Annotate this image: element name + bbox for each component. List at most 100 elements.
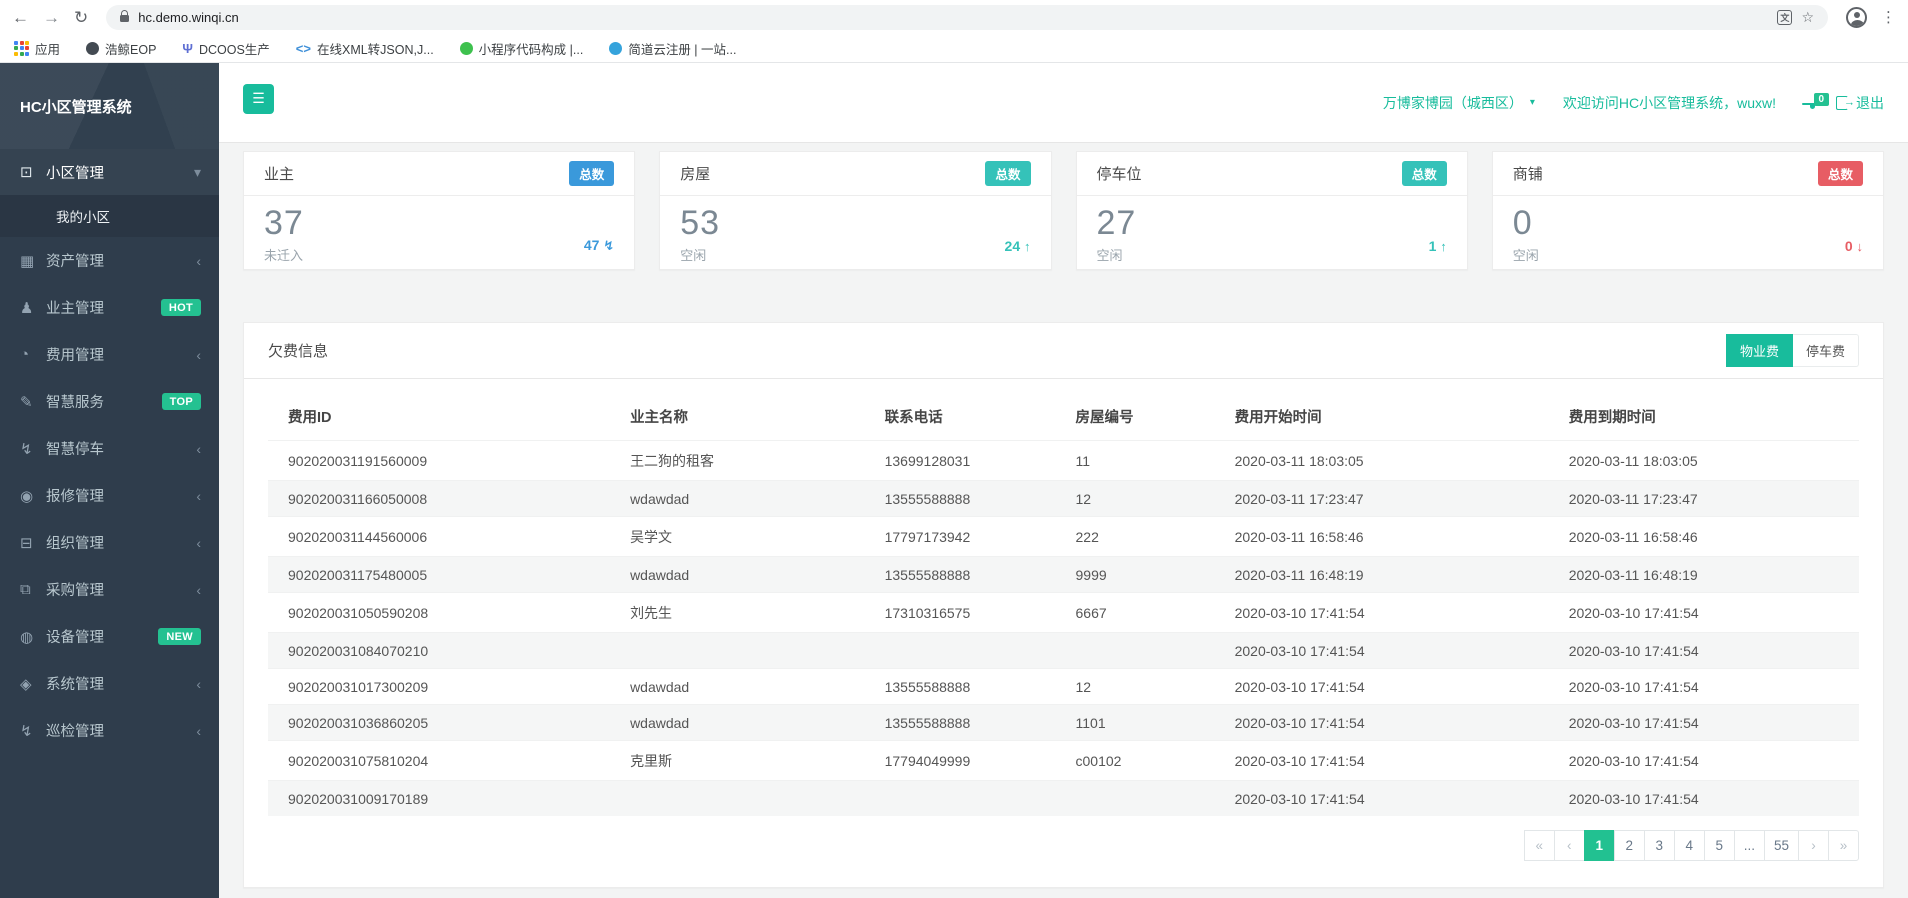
- cell-owner-name: wdawdad: [610, 669, 865, 705]
- sidebar-toggle-button[interactable]: ☰: [243, 84, 274, 114]
- app-title: HC小区管理系统: [0, 63, 219, 149]
- chevron-icon: ‹: [196, 441, 201, 457]
- cell-end-time: 2020-03-10 17:41:54: [1549, 741, 1859, 781]
- favicon: [460, 42, 473, 55]
- cell-start-time: 2020-03-10 17:41:54: [1215, 741, 1549, 781]
- trend-icon: ↯: [603, 238, 614, 253]
- cell-house-number: [1056, 633, 1215, 669]
- page-button[interactable]: 3: [1644, 830, 1675, 861]
- sidebar-item-icon: ▦: [20, 252, 46, 270]
- bookmark-label: 应用: [35, 39, 60, 58]
- back-icon[interactable]: ←: [12, 9, 29, 26]
- forward-icon[interactable]: →: [43, 9, 60, 26]
- sidebar-item[interactable]: ↯ 巡检管理 ‹: [0, 707, 219, 754]
- page-button[interactable]: ›: [1798, 830, 1829, 861]
- page-button[interactable]: ...: [1734, 830, 1765, 861]
- sidebar-item[interactable]: ▦ 资产管理 ‹: [0, 237, 219, 284]
- cell-phone: 13555588888: [865, 669, 1056, 705]
- favicon: [86, 42, 99, 55]
- sidebar-item[interactable]: ⧉ 采购管理 ‹: [0, 566, 219, 613]
- table-row: 902020031166050008 wdawdad 13555588888 1…: [268, 481, 1859, 517]
- sidebar-item[interactable]: ♟ 业主管理 HOT: [0, 284, 219, 331]
- sidebar-item[interactable]: 我的小区: [0, 195, 219, 237]
- fee-tab[interactable]: 物业费: [1726, 334, 1793, 367]
- page-button[interactable]: »: [1828, 830, 1859, 861]
- favicon: [609, 42, 622, 55]
- lock-icon: [120, 15, 129, 22]
- page-button[interactable]: 1: [1584, 830, 1615, 861]
- stat-sublabel: 空闲: [1097, 245, 1447, 264]
- sidebar-item-label: 报修管理: [46, 485, 196, 506]
- cell-end-time: 2020-03-10 17:41:54: [1549, 705, 1859, 741]
- logout-icon: [1836, 96, 1848, 110]
- bookmark-star-icon[interactable]: ☆: [1801, 9, 1814, 26]
- page-button[interactable]: 4: [1674, 830, 1705, 861]
- cell-end-time: 2020-03-11 16:58:46: [1549, 517, 1859, 557]
- cell-house-number: 6667: [1056, 593, 1215, 633]
- cell-end-time: 2020-03-10 17:41:54: [1549, 781, 1859, 817]
- bookmark-item[interactable]: Ψ DCOOS生产: [182, 39, 269, 58]
- table-row: 902020031075810204 克里斯 17794049999 c0010…: [268, 741, 1859, 781]
- bookmark-item[interactable]: 小程序代码构成 |...: [460, 39, 584, 58]
- cell-fee-id: 902020031009170189: [268, 781, 610, 817]
- sidebar-item[interactable]: ✎ 智慧服务 TOP: [0, 378, 219, 425]
- cell-house-number: 12: [1056, 481, 1215, 517]
- pagination: «‹12345...55›»: [268, 830, 1859, 861]
- stat-card-title: 停车位: [1097, 163, 1142, 184]
- stat-value: 27: [1097, 206, 1447, 242]
- sidebar-item[interactable]: ⊟ 组织管理 ‹: [0, 519, 219, 566]
- sidebar-item[interactable]: ◉ 报修管理 ‹: [0, 472, 219, 519]
- sidebar-item[interactable]: ◈ 系统管理 ‹: [0, 660, 219, 707]
- page-button[interactable]: ‹: [1554, 830, 1585, 861]
- chevron-icon: ▾: [194, 164, 201, 181]
- sidebar: HC小区管理系统 ⊡ 小区管理 ▾ 我的小区 ▦ 资产管理 ‹: [0, 63, 219, 898]
- stat-secondary-value: 1 ↑: [1429, 238, 1447, 254]
- apps-grid-icon: [14, 41, 29, 56]
- fee-tab[interactable]: 停车费: [1793, 334, 1859, 367]
- bookmark-label: 在线XML转JSON,J...: [317, 39, 434, 58]
- page-button[interactable]: 5: [1704, 830, 1735, 861]
- address-bar[interactable]: hc.demo.winqi.cn 文 ☆: [106, 5, 1828, 30]
- translate-icon[interactable]: 文: [1777, 10, 1792, 25]
- bookmark-label: 浩鲸EOP: [105, 39, 156, 58]
- sidebar-item-icon: ⧉: [20, 581, 46, 598]
- bookmark-item[interactable]: 应用: [14, 39, 60, 58]
- sidebar-item[interactable]: ◔ 费用管理 ‹: [0, 331, 219, 378]
- page-button[interactable]: «: [1524, 830, 1555, 861]
- column-header: 房屋编号: [1056, 395, 1215, 441]
- url-text[interactable]: hc.demo.winqi.cn: [138, 10, 1768, 25]
- cell-end-time: 2020-03-11 16:48:19: [1549, 557, 1859, 593]
- favicon: <>: [296, 42, 311, 55]
- sidebar-item[interactable]: ◍ 设备管理 NEW: [0, 613, 219, 660]
- logout-button[interactable]: 退出: [1836, 93, 1884, 113]
- trend-icon: ↑: [1440, 239, 1447, 254]
- bookmark-item[interactable]: 浩鲸EOP: [86, 39, 156, 58]
- bookmark-item[interactable]: 简道云注册 | 一站...: [609, 39, 736, 58]
- sidebar-item-label: 组织管理: [46, 532, 196, 553]
- cell-fee-id: 902020031050590208: [268, 593, 610, 633]
- stat-card: 业主 总数 37 未迁入 47 ↯: [243, 151, 635, 270]
- sidebar-item-label: 费用管理: [46, 344, 196, 365]
- sidebar-item[interactable]: ⊡ 小区管理 ▾: [0, 149, 219, 195]
- cell-end-time: 2020-03-11 18:03:05: [1549, 441, 1859, 481]
- cell-phone: 13555588888: [865, 557, 1056, 593]
- stat-card-title: 房屋: [680, 163, 710, 184]
- bookmark-label: 简道云注册 | 一站...: [628, 39, 736, 58]
- browser-menu-icon[interactable]: ⋮: [1881, 8, 1896, 26]
- sidebar-item-label: 设备管理: [46, 626, 158, 647]
- reload-icon[interactable]: ↻: [74, 9, 88, 26]
- community-selector[interactable]: 万博家博园（城西区） ▾: [1383, 93, 1535, 113]
- stat-card: 停车位 总数 27 空闲 1 ↑: [1076, 151, 1468, 270]
- page-button[interactable]: 55: [1764, 830, 1799, 861]
- total-badge: 总数: [1818, 161, 1863, 186]
- page-button[interactable]: 2: [1614, 830, 1645, 861]
- content-area: 业主 总数 37 未迁入 47 ↯ 房屋: [219, 143, 1908, 898]
- cell-phone: 17310316575: [865, 593, 1056, 633]
- profile-avatar[interactable]: [1846, 7, 1867, 28]
- bookmark-item[interactable]: <> 在线XML转JSON,J...: [296, 39, 434, 58]
- sidebar-item[interactable]: ↯ 智慧停车 ‹: [0, 425, 219, 472]
- community-name: 万博家博园（城西区）: [1383, 93, 1523, 113]
- sidebar-item-icon: ✎: [20, 393, 46, 411]
- chevron-icon: ‹: [196, 582, 201, 598]
- cell-house-number: 9999: [1056, 557, 1215, 593]
